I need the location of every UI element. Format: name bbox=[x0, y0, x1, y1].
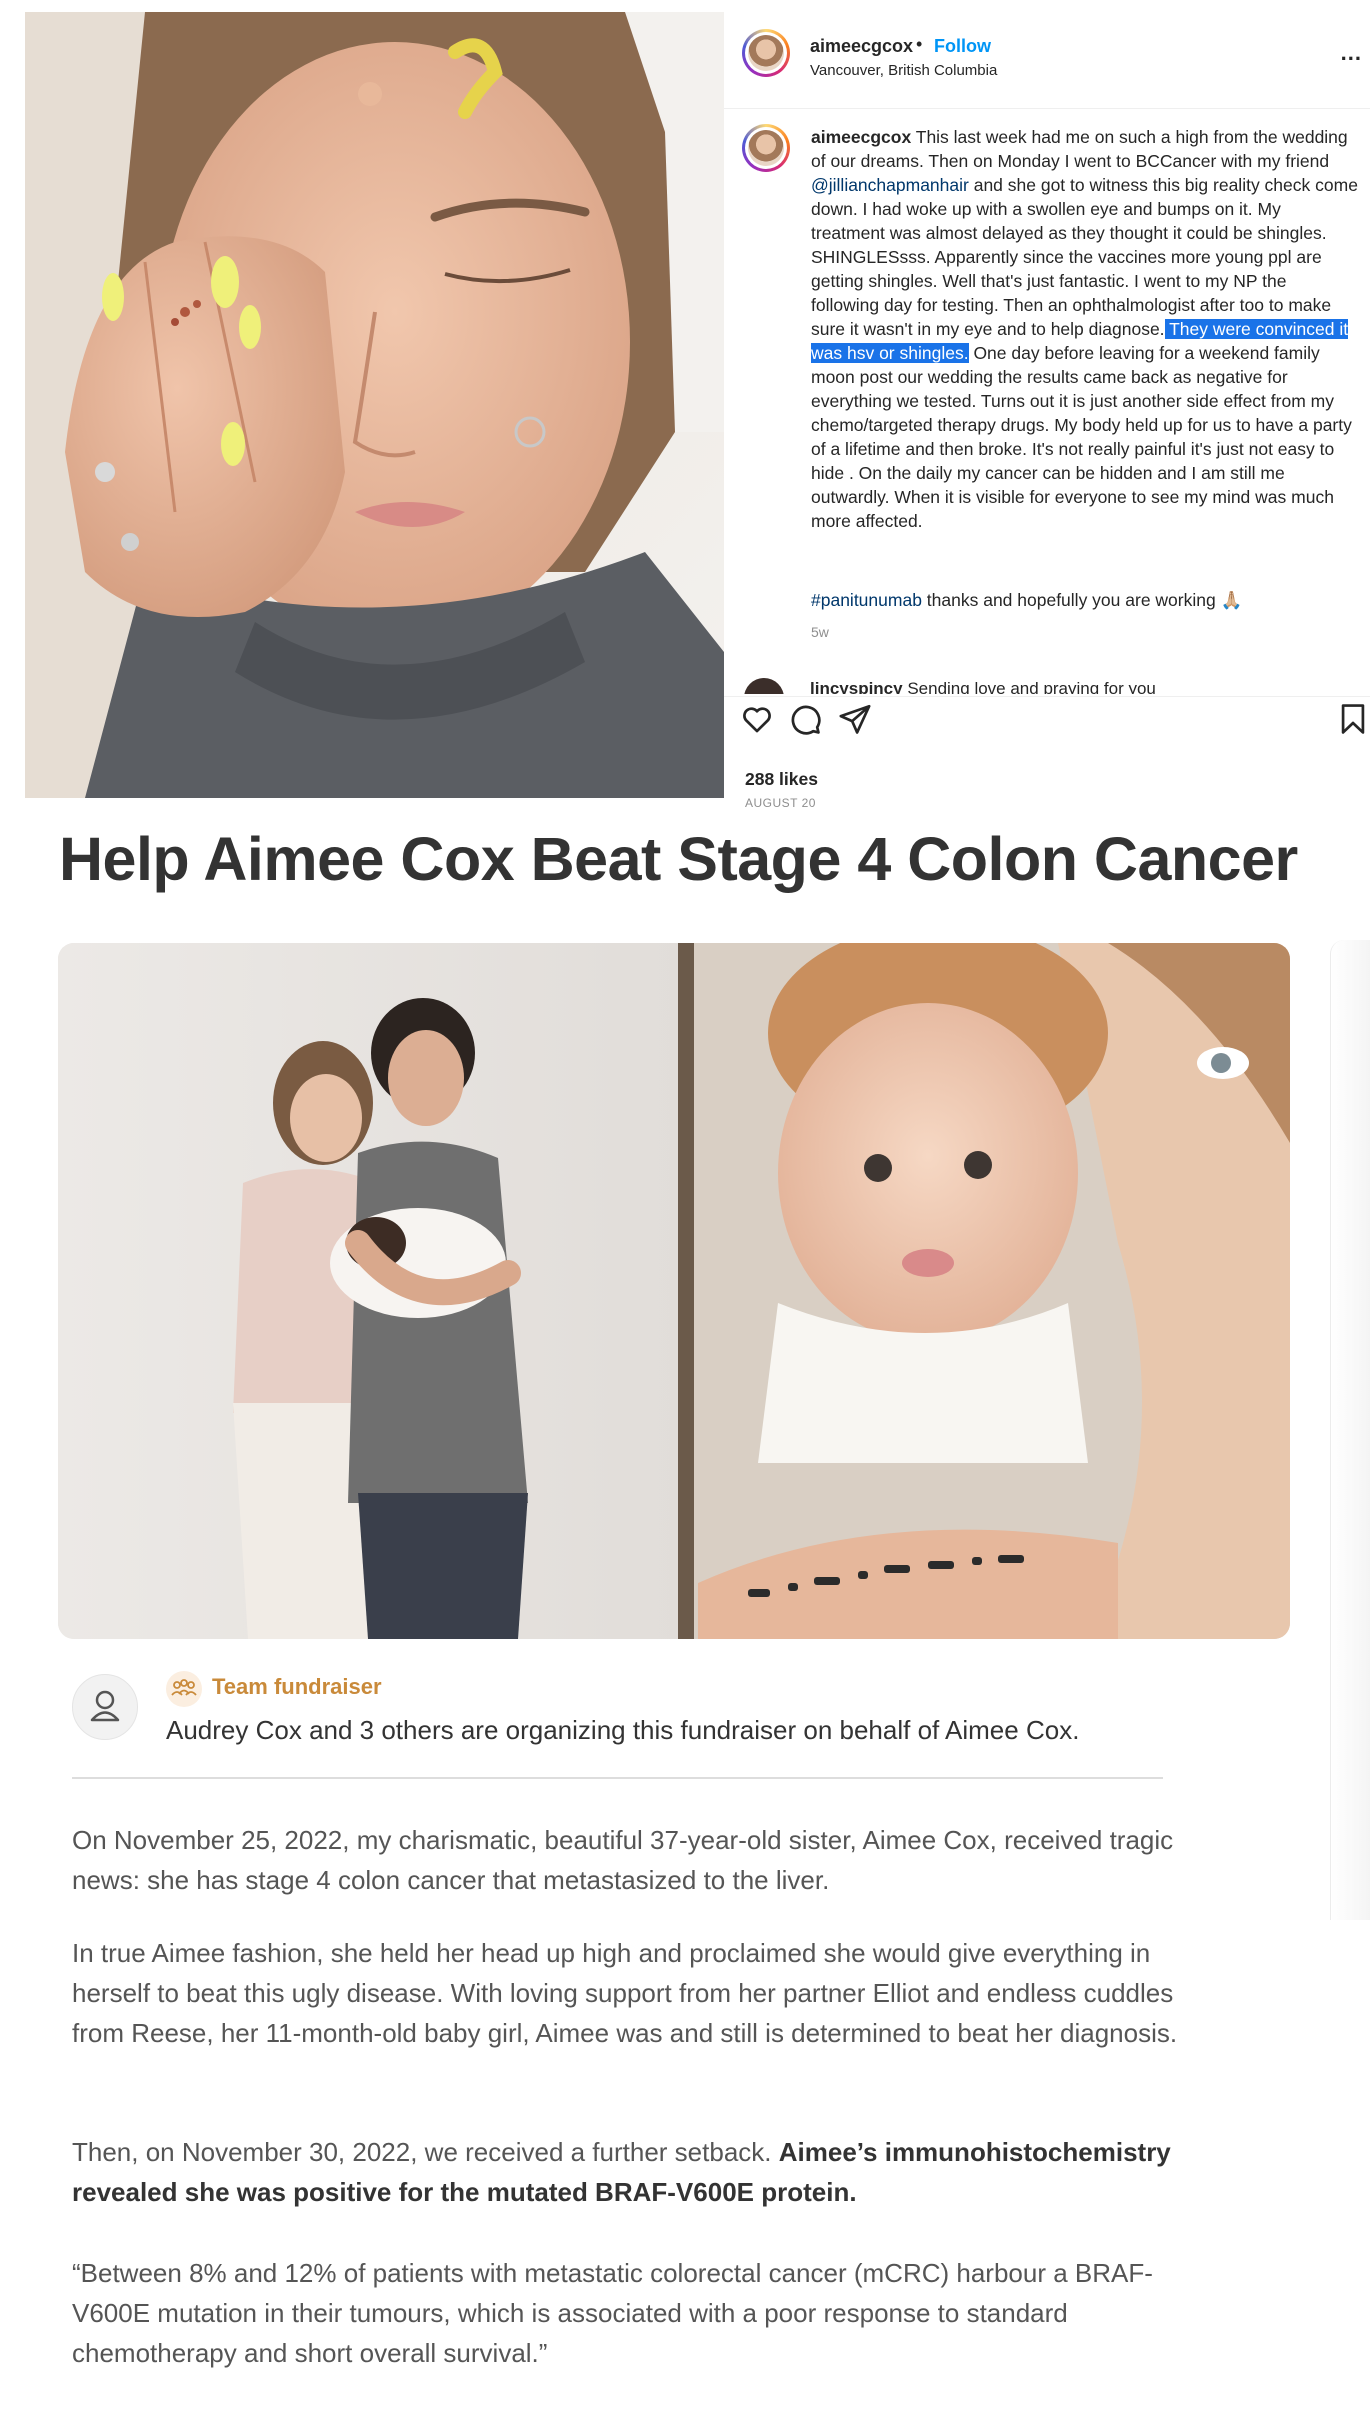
share-icon[interactable] bbox=[838, 702, 872, 736]
family-collage-photo bbox=[58, 943, 1290, 1639]
mention-link[interactable]: @jillianchapmanhair bbox=[811, 175, 969, 195]
instagram-post-photo[interactable] bbox=[25, 12, 724, 798]
divider bbox=[72, 1777, 1163, 1779]
fundraiser-title: Help Aimee Cox Beat Stage 4 Colon Cancer bbox=[59, 825, 1298, 893]
more-options-icon[interactable]: ... bbox=[1341, 40, 1362, 66]
caption-timestamp[interactable]: 5w bbox=[811, 624, 829, 640]
story-text: Then, on November 30, 2022, we received … bbox=[72, 2137, 779, 2167]
fundraiser-hero-image[interactable] bbox=[58, 943, 1290, 1639]
comment-preview: lincyspincy Sending love and praying for… bbox=[724, 674, 1370, 694]
avatar[interactable] bbox=[742, 29, 790, 77]
story-paragraph: On November 25, 2022, my charismatic, be… bbox=[72, 1825, 1174, 1895]
post-caption: aimeecgcox This last week had me on such… bbox=[811, 125, 1359, 533]
bookmark-icon[interactable] bbox=[1336, 702, 1370, 736]
side-panel-edge bbox=[1330, 940, 1370, 1920]
team-fundraiser-label: Team fundraiser bbox=[212, 1674, 382, 1699]
caption-avatar[interactable] bbox=[742, 124, 790, 172]
caption-username[interactable]: aimeecgcox bbox=[811, 127, 911, 147]
follow-button[interactable]: Follow bbox=[934, 36, 991, 57]
commenter-username[interactable]: lincyspincy bbox=[810, 679, 903, 694]
post-author-username[interactable]: aimeecgcox bbox=[810, 36, 913, 57]
story-paragraph: Then, on November 30, 2022, we received … bbox=[72, 2132, 1192, 2212]
user-icon bbox=[90, 1690, 120, 1722]
organizer-avatar[interactable] bbox=[72, 1674, 138, 1740]
heart-icon[interactable] bbox=[740, 702, 774, 736]
hashtag-line: #panitunumab thanks and hopefully you ar… bbox=[811, 588, 1359, 612]
caption-text-part: One day before leaving for a weekend fam… bbox=[811, 343, 1352, 531]
post-location[interactable]: Vancouver, British Columbia bbox=[810, 62, 997, 79]
hashtag-suffix: thanks and hopefully you are working 🙏🏼 bbox=[921, 590, 1243, 610]
team-icon bbox=[166, 1671, 202, 1707]
caption-text-part: and she got to witness this big reality … bbox=[811, 175, 1358, 339]
likes-count[interactable]: 288 likes bbox=[745, 769, 818, 790]
divider bbox=[724, 696, 1370, 697]
woman-covering-eye-photo bbox=[25, 12, 724, 798]
commenter-avatar[interactable] bbox=[744, 678, 784, 694]
post-date: AUGUST 20 bbox=[745, 796, 816, 810]
hashtag-link[interactable]: #panitunumab bbox=[811, 590, 922, 610]
story-quote: “Between 8% and 12% of patients with met… bbox=[72, 2258, 1153, 2368]
comment-icon[interactable] bbox=[788, 702, 822, 736]
story-paragraph: In true Aimee fashion, she held her head… bbox=[72, 1938, 1178, 2048]
comment-text: Sending love and praying for you bbox=[902, 679, 1156, 694]
divider bbox=[724, 108, 1370, 109]
organizer-description: Audrey Cox and 3 others are organizing t… bbox=[166, 1715, 1080, 1745]
instagram-side-panel: aimeecgcox • Follow Vancouver, British C… bbox=[724, 12, 1370, 810]
separator-dot: • bbox=[916, 34, 923, 54]
